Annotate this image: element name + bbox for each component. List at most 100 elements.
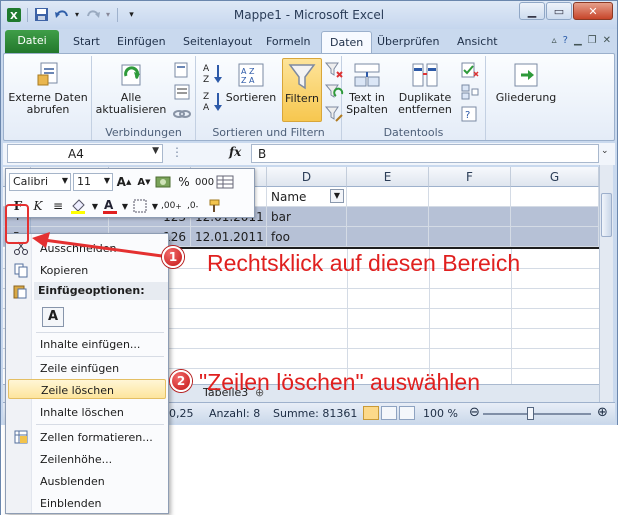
text-in-spalten-button[interactable]: Text in Spalten bbox=[346, 60, 388, 116]
what-if-icon[interactable]: ? bbox=[460, 104, 480, 124]
table-cell[interactable] bbox=[347, 207, 429, 227]
format-painter-icon[interactable] bbox=[204, 197, 222, 215]
zoom-slider-thumb[interactable] bbox=[527, 407, 534, 420]
close-icon[interactable]: ✕ bbox=[573, 2, 613, 20]
properties-icon[interactable] bbox=[172, 82, 192, 102]
column-header-e[interactable]: E bbox=[347, 167, 429, 187]
ribbon-controls: ▵ ? ▁ ❐ ✕ bbox=[552, 35, 611, 46]
page-layout-view-icon[interactable] bbox=[381, 406, 397, 420]
tab-daten[interactable]: Daten bbox=[321, 31, 373, 53]
table-cell[interactable] bbox=[429, 227, 511, 247]
edit-links-icon[interactable] bbox=[172, 104, 192, 124]
formula-input[interactable]: B bbox=[251, 144, 599, 163]
align-center-icon[interactable]: ≡ bbox=[49, 197, 67, 215]
menu-item-zellen-formatieren[interactable]: Zellen formatieren... bbox=[8, 427, 166, 447]
reapply-icon[interactable] bbox=[324, 82, 344, 102]
menu-item-zeile-einfuegen[interactable]: Zeile einfügen bbox=[8, 358, 166, 378]
tab-ueberpruefen[interactable]: Überprüfen bbox=[369, 31, 447, 53]
ribbon-minimize-icon[interactable]: ▵ bbox=[552, 35, 557, 46]
maximize-icon[interactable]: ▭ bbox=[546, 2, 572, 20]
table-cell[interactable] bbox=[347, 187, 429, 207]
help-icon[interactable]: ? bbox=[563, 35, 568, 46]
sort-za-icon[interactable]: ZA bbox=[202, 90, 224, 112]
tab-seitenlayout[interactable]: Seitenlayout bbox=[175, 31, 260, 53]
insert-function-icon[interactable]: fx bbox=[229, 145, 241, 159]
doc-close-icon[interactable]: ✕ bbox=[603, 35, 611, 46]
menu-item-ausblenden[interactable]: Ausblenden bbox=[8, 471, 166, 491]
table-cell[interactable]: bar bbox=[267, 207, 347, 227]
normal-view-icon[interactable] bbox=[363, 406, 379, 420]
tab-datei[interactable]: Datei bbox=[5, 30, 59, 53]
menu-item-inhalte-einfuegen[interactable]: Inhalte einfügen... bbox=[8, 334, 166, 354]
clear-filter-icon[interactable] bbox=[324, 60, 344, 80]
font-name-combo[interactable]: Calibri ▼ bbox=[9, 173, 71, 191]
table-cell[interactable] bbox=[511, 187, 599, 207]
column-header-f[interactable]: F bbox=[429, 167, 511, 187]
menu-item-zeilenhoehe[interactable]: Zeilenhöhe... bbox=[8, 449, 166, 469]
minimize-icon[interactable]: ▁ bbox=[519, 2, 545, 20]
tab-ansicht[interactable]: Ansicht bbox=[449, 31, 506, 53]
name-box[interactable]: A4 ▼ bbox=[7, 144, 163, 163]
dropdown-icon[interactable]: ▼ bbox=[91, 197, 99, 215]
name-box-dropdown-icon[interactable]: ▼ bbox=[152, 146, 159, 156]
accounting-format-icon[interactable] bbox=[155, 173, 173, 191]
column-header-d[interactable]: D bbox=[267, 167, 347, 187]
column-header-g[interactable]: G bbox=[511, 167, 599, 187]
zoom-slider-track[interactable] bbox=[483, 413, 591, 415]
tab-einfuegen[interactable]: Einfügen bbox=[109, 31, 174, 53]
shrink-font-icon[interactable]: A ▼ bbox=[135, 173, 153, 191]
dropdown-icon[interactable]: ▼ bbox=[151, 197, 159, 215]
decrease-decimal-icon[interactable]: ,0- bbox=[184, 197, 202, 215]
font-dropdown-icon[interactable]: ▼ bbox=[62, 176, 68, 185]
sort-az-icon[interactable]: AZ bbox=[202, 62, 224, 84]
thousands-separator-icon[interactable]: 000 bbox=[195, 173, 214, 191]
zoom-out-icon[interactable]: ⊖ bbox=[469, 405, 480, 420]
zoom-in-icon[interactable]: ⊕ bbox=[597, 405, 608, 420]
table-cell[interactable] bbox=[511, 207, 599, 227]
menu-item-label: Einblenden bbox=[40, 497, 102, 510]
sortieren-button[interactable]: A ZZ A Sortieren bbox=[226, 60, 276, 104]
alle-aktualisieren-button[interactable]: Alle aktualisieren bbox=[94, 60, 168, 116]
connections-icon[interactable] bbox=[172, 60, 192, 80]
table-cell[interactable] bbox=[429, 207, 511, 227]
doc-restore-icon[interactable]: ❐ bbox=[588, 35, 597, 46]
font-size-combo[interactable]: 11 ▼ bbox=[73, 173, 113, 191]
formula-expand-icon[interactable]: ⌄ bbox=[601, 146, 613, 160]
doc-minimize-icon[interactable]: ▁ bbox=[574, 35, 582, 46]
paste-keep-source-button[interactable]: A bbox=[42, 307, 64, 327]
menu-item-zeile-loeschen[interactable]: Zeile löschen bbox=[8, 379, 166, 399]
table-cell[interactable]: foo bbox=[267, 227, 347, 247]
dropdown-icon[interactable]: ▼ bbox=[121, 197, 129, 215]
filtern-button[interactable]: Filtern bbox=[282, 58, 322, 122]
data-validation-icon[interactable] bbox=[460, 60, 480, 80]
font-color-icon[interactable]: A bbox=[101, 197, 119, 215]
format-painter-table-icon[interactable] bbox=[216, 173, 234, 191]
grow-font-icon[interactable]: A ▲ bbox=[115, 173, 133, 191]
duplikate-entfernen-button[interactable]: Duplikate entfernen bbox=[394, 60, 456, 116]
increase-decimal-icon[interactable]: ,00 + bbox=[161, 197, 182, 215]
zoom-level[interactable]: 100 % bbox=[423, 407, 458, 420]
italic-icon[interactable]: K bbox=[29, 197, 47, 215]
table-cell[interactable]: 12.01.2011 bbox=[191, 227, 267, 247]
table-cell-name-header[interactable]: Name ▼ bbox=[267, 187, 347, 207]
vertical-scrollbar[interactable] bbox=[599, 165, 613, 403]
tab-formeln[interactable]: Formeln bbox=[258, 31, 319, 53]
externe-daten-button[interactable]: Externe Daten abrufen bbox=[8, 60, 88, 116]
advanced-filter-icon[interactable] bbox=[324, 104, 344, 124]
tab-start[interactable]: Start bbox=[65, 31, 108, 53]
gliederung-button[interactable]: Gliederung bbox=[492, 60, 560, 104]
menu-item-inhalte-loeschen[interactable]: Inhalte löschen bbox=[8, 402, 166, 422]
consolidate-icon[interactable] bbox=[460, 82, 480, 102]
fill-color-icon[interactable] bbox=[69, 197, 89, 215]
borders-icon[interactable] bbox=[131, 197, 149, 215]
size-dropdown-icon[interactable]: ▼ bbox=[104, 176, 110, 185]
table-cell[interactable] bbox=[429, 187, 511, 207]
filter-funnel-icon bbox=[288, 64, 316, 90]
table-cell[interactable] bbox=[347, 227, 429, 247]
table-cell[interactable] bbox=[511, 227, 599, 247]
page-break-view-icon[interactable] bbox=[399, 406, 415, 420]
percent-format-icon[interactable]: % bbox=[175, 173, 193, 191]
scroll-thumb[interactable] bbox=[601, 193, 612, 237]
autofilter-dropdown-icon[interactable]: ▼ bbox=[330, 189, 344, 203]
menu-item-einblenden[interactable]: Einblenden bbox=[8, 493, 166, 513]
